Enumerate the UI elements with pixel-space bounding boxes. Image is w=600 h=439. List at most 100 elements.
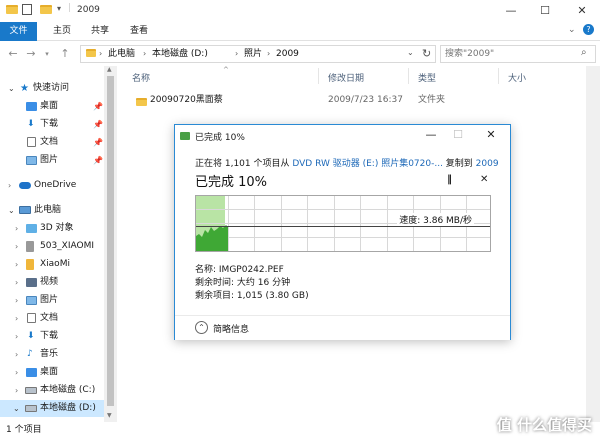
nav-scroll-thumb[interactable] xyxy=(107,76,114,406)
nav-scrollbar[interactable]: ▲ ▼ xyxy=(104,66,117,422)
file-type: 文件夹 xyxy=(418,95,446,105)
help-icon[interactable]: ? xyxy=(583,24,594,35)
source-link[interactable]: DVD RW 驱动器 (E:) 照片集0720-... xyxy=(292,159,443,169)
nav-3d-objects[interactable]: › 3D 对象 xyxy=(0,220,104,237)
destination-link[interactable]: 2009 xyxy=(476,159,499,169)
chevron-right-icon[interactable]: › xyxy=(15,238,18,255)
expand-ribbon-icon[interactable]: ⌄ xyxy=(568,25,576,35)
column-divider[interactable] xyxy=(318,68,319,84)
nav-pictures-pc[interactable]: › 图片 xyxy=(0,292,104,309)
download-icon: ⬇ xyxy=(27,119,35,129)
nav-documents-pc[interactable]: › 文档 xyxy=(0,310,104,327)
picture-icon xyxy=(26,296,37,305)
tab-home[interactable]: 主页 xyxy=(53,22,71,41)
chevron-right-icon[interactable]: › xyxy=(15,328,18,345)
search-icon[interactable]: ⌕ xyxy=(581,47,587,58)
pause-icon[interactable]: ‖ xyxy=(447,174,452,185)
chevron-right-icon[interactable]: › xyxy=(143,48,146,60)
dialog-minimize-button[interactable]: — xyxy=(418,126,444,144)
list-scrollbar[interactable] xyxy=(586,66,600,422)
chevron-right-icon[interactable]: › xyxy=(15,220,18,237)
chevron-right-icon[interactable]: › xyxy=(15,256,18,273)
chevron-down-icon[interactable]: ⌄ xyxy=(8,202,15,219)
column-header-name[interactable]: 名称 xyxy=(132,71,150,84)
search-field[interactable]: ⌕ xyxy=(440,45,596,63)
forward-arrow-icon[interactable]: → xyxy=(24,46,38,62)
minimize-button[interactable]: — xyxy=(497,2,525,20)
column-header-type[interactable]: 类型 xyxy=(418,71,436,84)
nav-label: 桌面 xyxy=(40,101,59,111)
breadcrumb-photos[interactable]: 照片 xyxy=(244,48,262,60)
nav-documents[interactable]: 文档 📌 xyxy=(0,134,104,151)
nav-this-pc[interactable]: ⌄ 此电脑 xyxy=(0,202,104,219)
tab-file[interactable]: 文件 xyxy=(0,22,37,41)
nav-drive-d[interactable]: ⌄ 本地磁盘 (D:) xyxy=(0,400,104,417)
speed-label: 速度: 3.86 MB/秒 xyxy=(397,213,474,226)
cube-icon xyxy=(26,224,37,233)
table-row[interactable]: 20090720黑面蔡 2009/7/23 16:37 文件夹 xyxy=(130,92,470,109)
nav-label: 快速访问 xyxy=(33,83,70,93)
file-name: 20090720黑面蔡 xyxy=(150,95,223,105)
column-header-size[interactable]: 大小 xyxy=(508,71,526,84)
breadcrumb-2009[interactable]: 2009 xyxy=(276,48,299,60)
properties-icon[interactable] xyxy=(22,4,32,15)
nav-desktop-pc[interactable]: › 桌面 xyxy=(0,364,104,381)
chevron-right-icon[interactable]: › xyxy=(267,48,270,60)
nav-videos[interactable]: › 视频 xyxy=(0,274,104,291)
fewer-details-button[interactable]: 简略信息 xyxy=(213,322,249,335)
breadcrumb-drive-d[interactable]: 本地磁盘 (D:) xyxy=(152,48,208,60)
column-divider[interactable] xyxy=(408,68,409,84)
item-count: 1 个项目 xyxy=(6,425,42,435)
chevron-right-icon[interactable]: › xyxy=(15,292,18,309)
maximize-button[interactable]: ☐ xyxy=(531,2,559,20)
nav-drive-c[interactable]: › 本地磁盘 (C:) xyxy=(0,382,104,399)
refresh-icon[interactable]: ↻ xyxy=(422,47,431,60)
address-dropdown-icon[interactable]: ⌄ xyxy=(407,48,414,57)
column-divider[interactable] xyxy=(498,68,499,84)
chevron-right-icon[interactable]: › xyxy=(15,364,18,381)
scroll-up-icon[interactable]: ▲ xyxy=(107,66,112,73)
nav-downloads[interactable]: ⬇ 下载 📌 xyxy=(0,116,104,133)
chevron-right-icon[interactable]: › xyxy=(235,48,238,60)
address-field[interactable]: › 此电脑 › 本地磁盘 (D:) › 照片 › 2009 ⌄ ↻ xyxy=(80,45,436,63)
nav-downloads-pc[interactable]: › ⬇ 下载 xyxy=(0,328,104,345)
copy-progress-dialog: 已完成 10% — ☐ ✕ 正在将 1,101 个项目从 DVD RW 驱动器 … xyxy=(174,124,511,340)
tab-share[interactable]: 共享 xyxy=(91,22,109,41)
chevron-up-icon[interactable]: ⌃ xyxy=(195,321,208,334)
nav-label: OneDrive xyxy=(34,180,77,190)
chevron-down-icon[interactable]: ⌄ xyxy=(13,400,20,417)
chevron-right-icon[interactable]: › xyxy=(15,382,18,399)
dialog-title: 已完成 10% xyxy=(195,133,245,143)
nav-503-xiaomi[interactable]: › 503_XIAOMI xyxy=(0,238,104,255)
nav-xiaomi[interactable]: › XiaoMi xyxy=(0,256,104,273)
graph-gridline xyxy=(196,209,490,210)
nav-quick-access[interactable]: ⌄ ★ 快速访问 xyxy=(0,80,104,97)
nav-pictures[interactable]: 图片 📌 xyxy=(0,152,104,169)
up-arrow-icon[interactable]: ↑ xyxy=(58,46,72,62)
nav-desktop[interactable]: 桌面 📌 xyxy=(0,98,104,115)
recent-locations-icon[interactable]: ▾ xyxy=(40,46,54,62)
new-folder-icon[interactable] xyxy=(40,5,52,16)
nav-onedrive[interactable]: › OneDrive xyxy=(0,177,104,194)
dialog-close-button[interactable]: ✕ xyxy=(478,126,504,144)
customize-toolbar-icon[interactable]: ▾ xyxy=(57,4,61,13)
nav-music[interactable]: › ♪ 音乐 xyxy=(0,346,104,363)
chevron-right-icon[interactable]: › xyxy=(15,310,18,327)
chevron-right-icon[interactable]: › xyxy=(8,177,11,194)
column-header-date[interactable]: 修改日期 xyxy=(328,71,364,84)
chevron-down-icon[interactable]: ⌄ xyxy=(8,80,15,97)
chevron-right-icon[interactable]: › xyxy=(99,48,102,60)
chevron-right-icon[interactable]: › xyxy=(15,346,18,363)
scroll-down-icon[interactable]: ▼ xyxy=(107,412,112,419)
breadcrumb-this-pc[interactable]: 此电脑 xyxy=(108,48,135,60)
desktop-icon xyxy=(26,102,37,111)
cancel-icon[interactable]: ✕ xyxy=(480,174,488,185)
nav-label: 503_XIAOMI xyxy=(40,241,94,251)
back-arrow-icon[interactable]: ← xyxy=(6,46,20,62)
search-input[interactable] xyxy=(445,47,575,61)
chevron-right-icon[interactable]: › xyxy=(15,274,18,291)
tab-view[interactable]: 查看 xyxy=(130,22,148,41)
navigation-pane: ⌄ ★ 快速访问 桌面 📌 ⬇ 下载 📌 文档 📌 图片 📌 › OneDriv… xyxy=(0,66,118,422)
close-button[interactable]: ✕ xyxy=(568,2,596,20)
computer-icon xyxy=(19,206,31,214)
